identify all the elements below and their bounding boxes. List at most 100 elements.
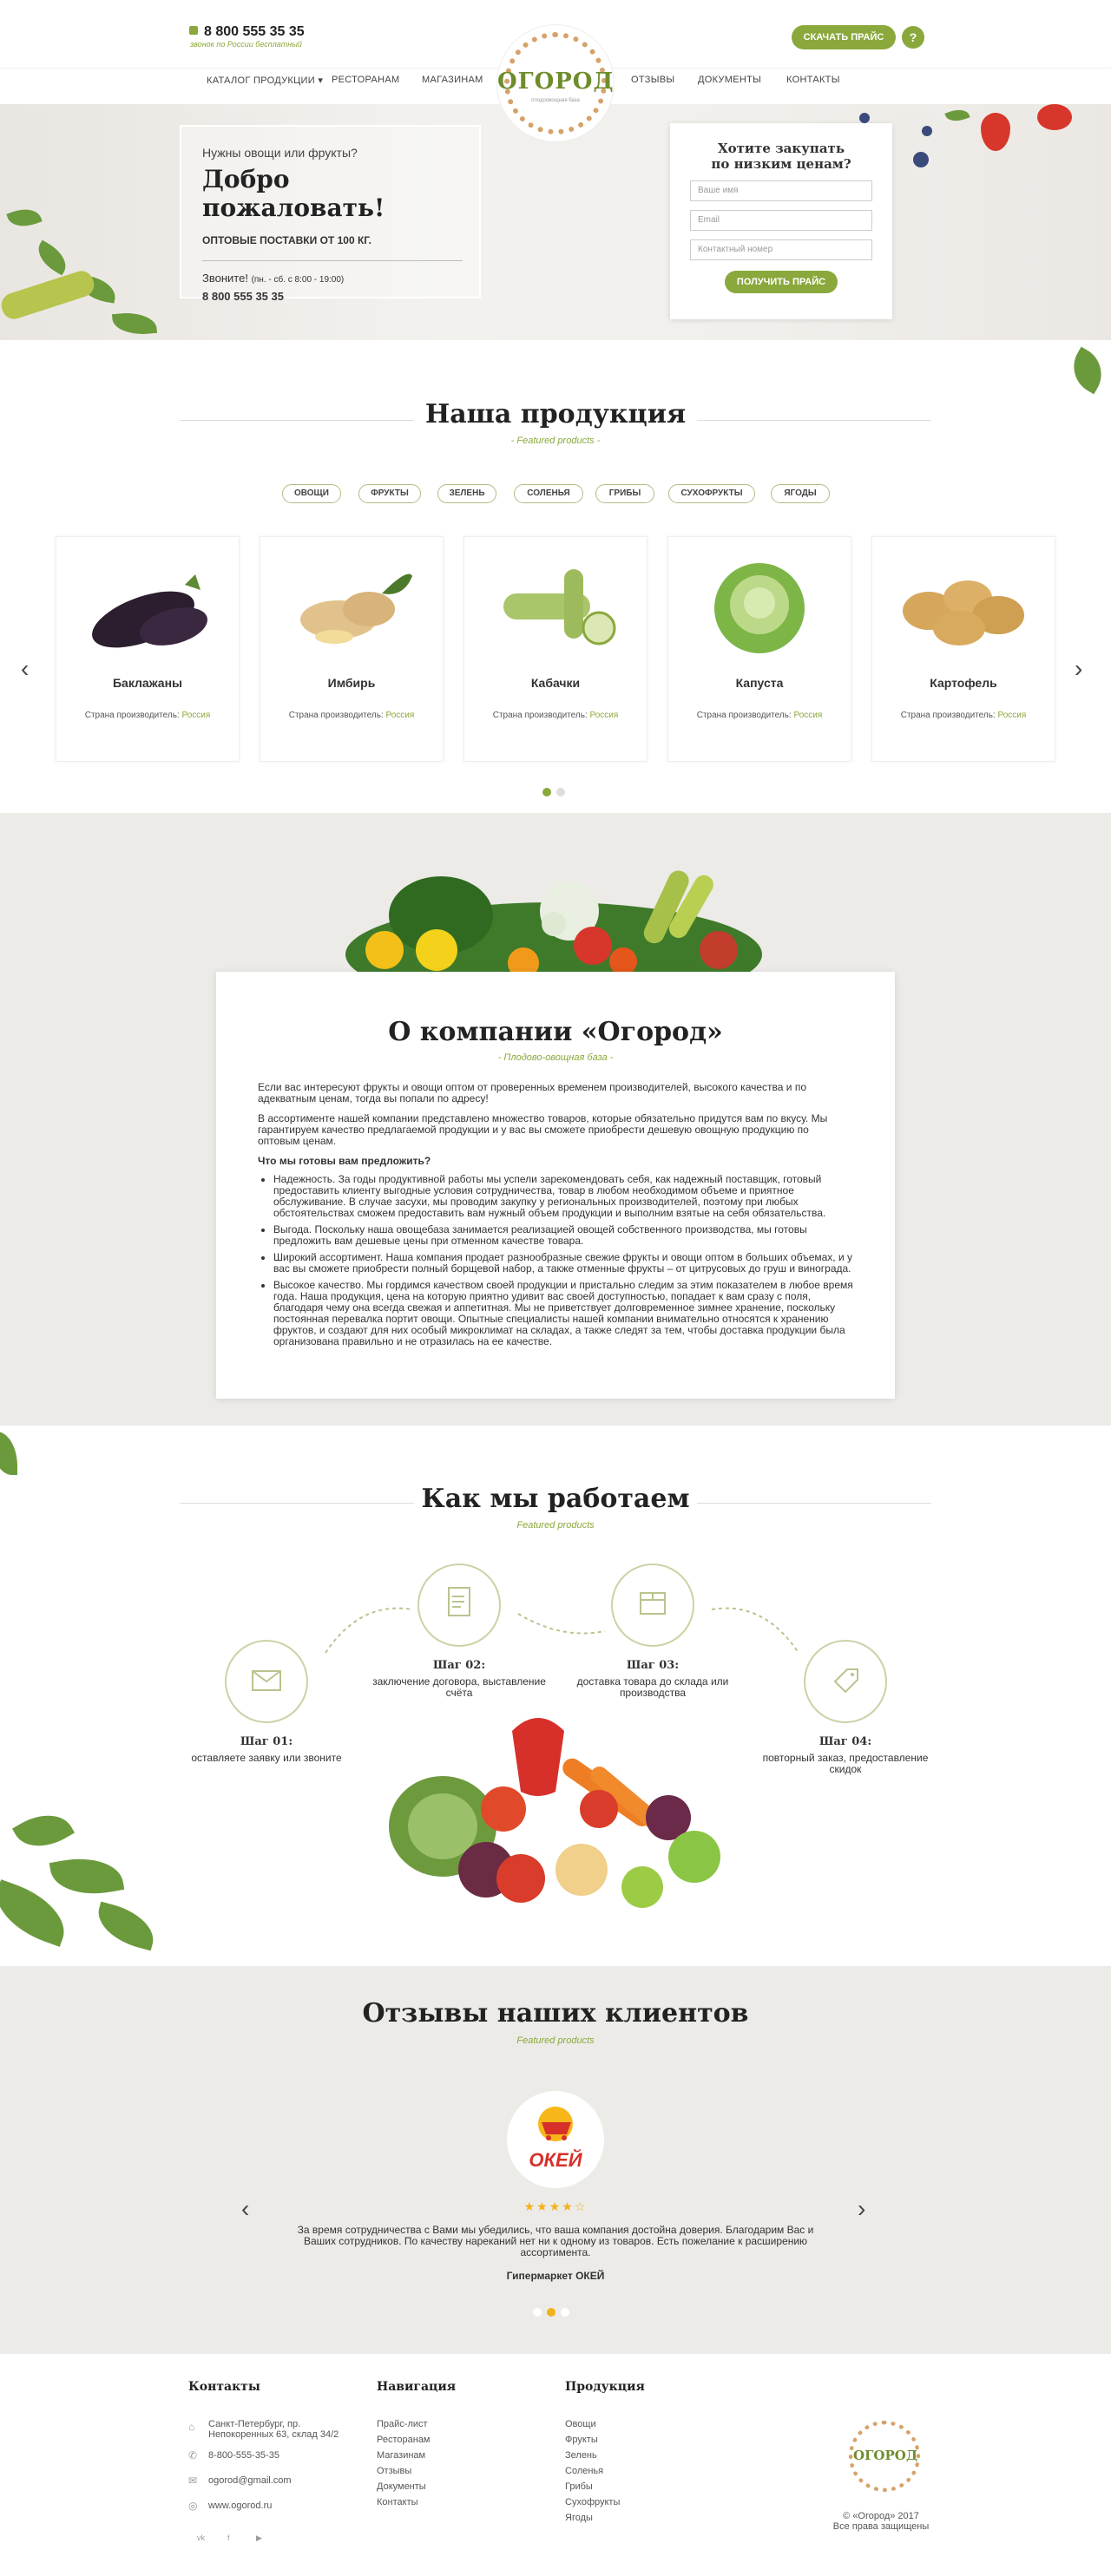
reviews-prev-arrow[interactable]: ‹: [241, 2195, 249, 2223]
product-name: Картофель: [930, 676, 997, 690]
strawberry-icon: [1037, 104, 1072, 130]
name-field[interactable]: Ваше имя: [690, 180, 872, 201]
footer-nav-link[interactable]: Контакты: [377, 2497, 418, 2507]
country-value: Россия: [589, 711, 619, 720]
client-logo-text: ОКЕЙ: [529, 2149, 582, 2171]
footer-product-link[interactable]: Грибы: [565, 2481, 593, 2492]
category-fruits[interactable]: ФРУКТЫ: [358, 484, 421, 503]
review-stars: ★★★★☆: [523, 2199, 588, 2213]
nav-shops[interactable]: МАГАЗИНАМ: [422, 75, 483, 85]
category-greens[interactable]: ЗЕЛЕНЬ: [437, 484, 496, 503]
footer-product-link[interactable]: Соленья: [565, 2466, 603, 2476]
nav-contacts[interactable]: КОНТАКТЫ: [786, 75, 840, 85]
footer-site[interactable]: www.ogorod.ru: [208, 2501, 272, 2511]
document-sign-icon: [417, 1563, 501, 1647]
footer-phone[interactable]: 8-800-555-35-35: [208, 2450, 279, 2461]
nav-reviews[interactable]: ОТЗЫВЫ: [631, 75, 674, 85]
header-phone[interactable]: 8 800 555 35 35: [204, 24, 305, 40]
nav-restaurants[interactable]: РЕСТОРАНАМ: [332, 75, 399, 85]
leaf-icon: [0, 1432, 17, 1475]
reviews-next-arrow[interactable]: ›: [858, 2195, 865, 2223]
product-card[interactable]: Картофель Страна производитель: Россия: [871, 536, 1055, 762]
pagination-dot[interactable]: [561, 2308, 569, 2317]
blueberry-icon: [922, 126, 932, 136]
footer-product-link[interactable]: Зелень: [565, 2450, 597, 2461]
footer-product-link[interactable]: Сухофрукты: [565, 2497, 620, 2507]
pagination-dot[interactable]: [556, 788, 565, 796]
phone-field[interactable]: Контактный номер: [690, 239, 872, 260]
email-field[interactable]: Email: [690, 210, 872, 231]
pagination-dot-active[interactable]: [542, 788, 551, 796]
products-title: Наша продукция: [424, 399, 687, 429]
product-name: Баклажаны: [112, 676, 182, 690]
nav-catalog-label: КАТАЛОГ ПРОДУКЦИИ: [207, 75, 315, 86]
step-desc: повторный заказ, предоставление скидок: [762, 1752, 929, 1775]
about-card: О компании «Огород» - Плодово-овощная ба…: [216, 972, 895, 1399]
envelope-icon: [225, 1640, 308, 1723]
product-card[interactable]: Баклажаны Страна производитель: Россия: [56, 536, 240, 762]
price-request-form: Хотите закупать по низким ценам? Ваше им…: [670, 123, 892, 319]
footer-nav-link[interactable]: Магазинам: [377, 2450, 425, 2461]
footer-product-link[interactable]: Ягоды: [565, 2513, 593, 2523]
leaf-icon: [111, 310, 158, 338]
hero-phone[interactable]: 8 800 555 35 35: [202, 290, 458, 303]
cabbage-image: [668, 537, 851, 676]
footer-product-link[interactable]: Фрукты: [565, 2435, 598, 2445]
footer-email[interactable]: ogorod@gmail.com: [208, 2475, 292, 2486]
category-berries[interactable]: ЯГОДЫ: [771, 484, 830, 503]
footer-nav-link[interactable]: Документы: [377, 2481, 426, 2492]
logo-name: ОГОРОД: [497, 69, 615, 95]
products-next-arrow[interactable]: ›: [1075, 655, 1082, 683]
about-list-item: Надежность. За годы продуктивной работы …: [273, 1174, 853, 1219]
leaf-icon: [12, 1802, 75, 1859]
step-title: Шаг 04:: [818, 1735, 872, 1748]
footer-logo[interactable]: ОГОРОД: [849, 2421, 920, 2492]
leaf-icon: [0, 1879, 75, 1947]
facebook-icon[interactable]: f: [227, 2533, 230, 2542]
form-title-2: по низким ценам?: [711, 156, 851, 172]
category-mushrooms[interactable]: ГРИБЫ: [595, 484, 654, 503]
step-title: Шаг 03:: [626, 1659, 680, 1672]
download-price-button[interactable]: СКАЧАТЬ ПРАЙС: [792, 25, 896, 49]
category-vegetables[interactable]: ОВОЩИ: [282, 484, 341, 503]
category-dried-fruits[interactable]: СУХОФРУКТЫ: [668, 484, 755, 503]
welcome-box: Нужны овощи или фрукты? Добро пожаловать…: [180, 125, 481, 303]
products-subtitle: - Featured products -: [510, 436, 601, 446]
leaf-icon: [31, 239, 73, 276]
youtube-icon[interactable]: ▶: [256, 2533, 262, 2543]
get-price-button[interactable]: ПОЛУЧИТЬ ПРАЙС: [725, 271, 838, 293]
footer-nav-link[interactable]: Ресторанам: [377, 2435, 431, 2445]
phone-icon: ✆: [188, 2449, 198, 2461]
potato-image: [872, 537, 1055, 676]
product-card[interactable]: Имбирь Страна производитель: Россия: [260, 536, 444, 762]
pagination-dot[interactable]: [533, 2308, 542, 2317]
site-logo[interactable]: ОГОРОД плодоовощная база: [496, 24, 615, 142]
country-value: Россия: [385, 711, 415, 720]
product-country: Страна производитель: Россия: [260, 711, 443, 720]
product-card[interactable]: Кабачки Страна производитель: Россия: [463, 536, 648, 762]
product-card[interactable]: Капуста Страна производитель: Россия: [667, 536, 851, 762]
vk-icon[interactable]: vk: [197, 2533, 205, 2542]
about-list-item: Высокое качество. Мы гордимся качеством …: [273, 1280, 853, 1347]
footer-nav-link[interactable]: Отзывы: [377, 2466, 411, 2476]
nav-catalog[interactable]: КАТАЛОГ ПРОДУКЦИИ ▾: [207, 75, 323, 86]
product-country: Страна производитель: Россия: [668, 711, 851, 720]
category-pickles[interactable]: СОЛЕНЬЯ: [514, 484, 583, 503]
product-name: Имбирь: [327, 676, 376, 690]
product-name: Кабачки: [530, 676, 581, 690]
discount-tag-icon: [804, 1640, 887, 1723]
home-icon: ⌂: [188, 2421, 195, 2433]
pagination-dot-active[interactable]: [547, 2308, 556, 2317]
country-value: Россия: [793, 711, 823, 720]
footer-copyright: © «Огород» 2017: [843, 2511, 919, 2521]
country-label: Страна производитель:: [288, 711, 384, 720]
reviews-subtitle: Featured products: [516, 2035, 595, 2046]
products-prev-arrow[interactable]: ‹: [21, 655, 29, 683]
nav-documents[interactable]: ДОКУМЕНТЫ: [698, 75, 761, 85]
site-header: 8 800 555 35 35 звонок по России бесплат…: [0, 0, 1111, 142]
footer-nav-link[interactable]: Прайс-лист: [377, 2419, 428, 2429]
footer-product-link[interactable]: Овощи: [565, 2419, 596, 2429]
how-title: Как мы работаем: [421, 1484, 690, 1514]
help-button[interactable]: ?: [902, 26, 924, 49]
hero-wholesale: ОПТОВЫЕ ПОСТАВКИ ОТ 100 КГ.: [202, 234, 371, 246]
